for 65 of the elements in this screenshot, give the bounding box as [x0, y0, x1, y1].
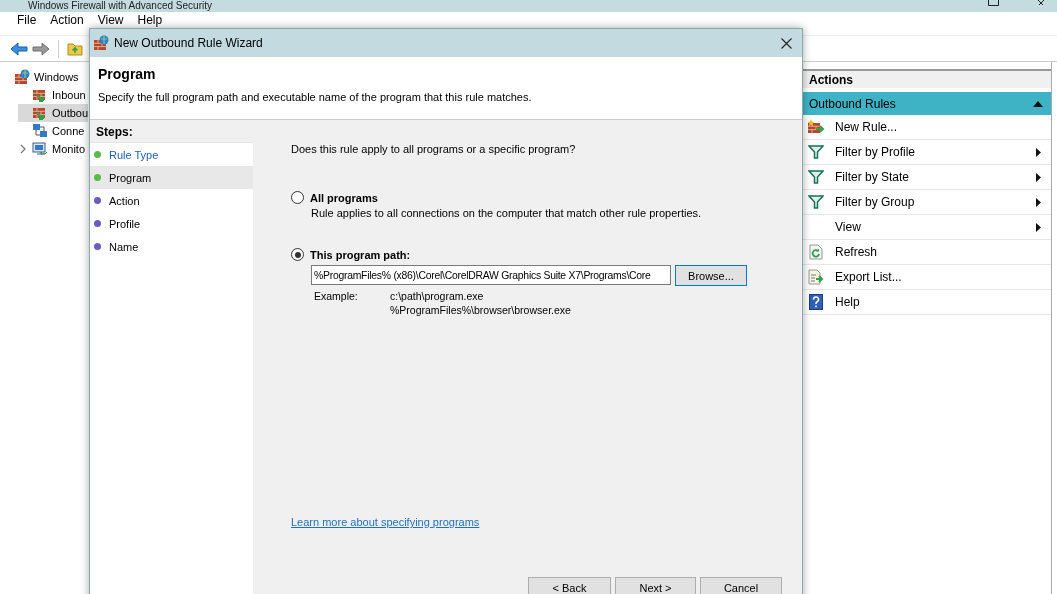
firewall-icon [92, 35, 110, 51]
pane-command[interactable]: Filter by Group [803, 190, 1051, 215]
close-icon[interactable] [781, 37, 792, 49]
menu-item[interactable]: File [17, 13, 37, 27]
step-item[interactable]: Profile [90, 212, 253, 235]
tree-item[interactable]: Windows [0, 68, 79, 86]
browse-button[interactable]: Browse... [675, 265, 747, 286]
window-title: Windows Firewall with Advanced Security [28, 0, 212, 12]
firewall-icon [14, 69, 30, 85]
wizard-button[interactable]: < Back [528, 577, 611, 594]
collapse-icon[interactable] [1033, 100, 1043, 107]
wall-arrow-icon [32, 105, 48, 121]
folder-icon[interactable] [67, 41, 83, 56]
monitor-icon [32, 141, 48, 157]
radio-button[interactable] [291, 248, 304, 261]
pane-command[interactable]: New Rule... [803, 115, 1051, 140]
option-label[interactable]: All programs [310, 191, 378, 204]
back-arrow-icon[interactable] [10, 41, 28, 56]
question-text: Does this rule apply to all programs or a specific program? [291, 143, 577, 155]
pane-command[interactable]: View [803, 215, 1051, 240]
help-link[interactable]: Learn more about specifying programs [291, 516, 480, 528]
help-icon [809, 294, 823, 310]
wall-arrow-icon [32, 87, 48, 103]
option-label[interactable]: This program path: [310, 248, 411, 261]
new-rule-icon [807, 119, 825, 135]
wizard-button[interactable]: Cancel [700, 577, 782, 594]
steps-heading: Steps: [90, 122, 253, 143]
page-description: Specify the full program path and executable name of the program that this rule matches. [98, 91, 533, 103]
page-heading: Program [98, 66, 157, 82]
pane-command[interactable]: Filter by Profile [803, 140, 1051, 165]
tree-item[interactable]: Conne [18, 122, 85, 140]
actions-header: Actions [803, 69, 1051, 88]
radio-button[interactable] [291, 191, 304, 204]
option-description: Rule applies to all connections on the computer that match other rule properties. [311, 207, 703, 219]
example-label: Example: [314, 289, 359, 303]
filter-icon [808, 195, 824, 209]
step-item[interactable]: Rule Type [90, 143, 253, 166]
pane-command[interactable]: Refresh [803, 240, 1051, 265]
tree-item[interactable]: Monito [18, 140, 86, 158]
step-item[interactable]: Name [90, 235, 253, 258]
step-item[interactable]: Action [90, 189, 253, 212]
filter-icon [808, 145, 824, 159]
menu-item[interactable]: Help [137, 13, 163, 27]
refresh-icon [809, 244, 823, 260]
close-icon[interactable] [1036, 0, 1046, 5]
section-header[interactable]: Outbound Rules [803, 92, 1051, 115]
network-icon [32, 123, 48, 139]
example-text: c:\path\program.exe [390, 289, 485, 303]
tree-item[interactable]: Inboun [18, 86, 86, 104]
forward-arrow-icon[interactable] [32, 41, 50, 56]
tree-item[interactable]: Outbou [18, 104, 89, 122]
maximize-icon[interactable] [988, 0, 999, 6]
export-icon [808, 269, 824, 285]
chevron-icon[interactable] [19, 144, 27, 154]
dialog-title: New Outbound Rule Wizard [114, 36, 264, 50]
filter-icon [808, 170, 824, 184]
pane-command[interactable]: Filter by State [803, 165, 1051, 190]
menu-item[interactable]: Action [50, 13, 84, 27]
step-item[interactable]: Program [90, 166, 253, 189]
wizard-button[interactable]: Next > [615, 577, 696, 594]
example-text: %ProgramFiles%\browser\browser.exe [390, 303, 572, 317]
menu-item[interactable]: View [97, 13, 124, 27]
path-field[interactable]: %ProgramFiles% (x86)\Corel\CorelDRAW Graphics Suite X7\Programs\Core [311, 265, 671, 285]
pane-command[interactable]: Export List... [803, 265, 1051, 290]
pane-command[interactable]: Help [803, 290, 1051, 315]
